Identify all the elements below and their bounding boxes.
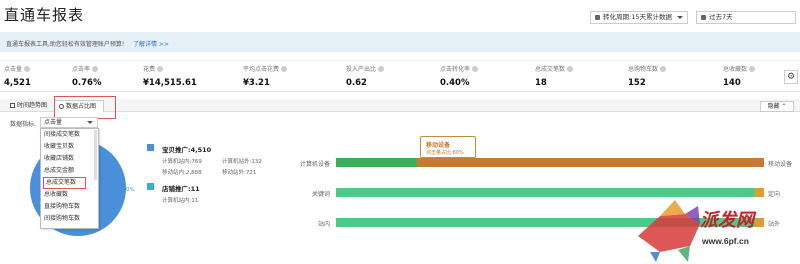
metric-value: 152 — [628, 78, 646, 88]
metric-label: 总购物车数 — [628, 66, 659, 73]
chart-tooltip: 移动设备 点击量占比:80% — [420, 136, 476, 158]
legend-detail: 移动站外:721 — [222, 170, 257, 176]
dropdown-option[interactable]: 直接购物车数 — [41, 201, 98, 213]
dimension-value: 点击量 — [44, 119, 63, 126]
dimension-dropdown: 间接成交笔数 收藏宝贝数 收藏店铺数 总成交金额 总成交笔数 总收藏数 直接购物… — [40, 128, 99, 229]
legend-title: 宝贝推广:4,510 — [162, 146, 212, 154]
tab-time-trend[interactable]: 时间趋势图 — [6, 100, 52, 112]
legend-detail: 计算机站内:11 — [162, 198, 199, 204]
legend-detail: 移动站内:2,888 — [162, 170, 202, 176]
notice-bar: 直通车报表工具,助您轻松有效管理账户预算! 了解详情 >> — [0, 32, 800, 52]
metric-label: 平均点击花费 — [243, 66, 280, 73]
metric-favorites[interactable]: 总收藏数 140 — [723, 64, 756, 88]
metric-label: 花费 — [143, 66, 156, 73]
dropdown-option[interactable]: 收藏宝贝数 — [41, 141, 98, 153]
metric-label: 点击转化率 — [440, 66, 471, 73]
metric-value: 0.62 — [346, 78, 367, 88]
help-icon — [92, 66, 99, 72]
metric-cost[interactable]: 花费 ¥14,515.61 — [143, 64, 197, 88]
bar-end-label: 移动设备 — [768, 161, 793, 168]
help-icon — [281, 66, 288, 72]
info-icon — [595, 15, 600, 20]
hide-label: 隐藏 — [767, 103, 780, 110]
pie-percent-label: 0% — [126, 187, 135, 193]
legend-detail: 计算机站外:132 — [222, 159, 262, 165]
help-icon — [157, 66, 164, 72]
tooltip-title: 移动设备 — [426, 142, 451, 149]
help-icon — [378, 66, 385, 72]
hide-button[interactable]: 隐藏 ⌃ — [760, 101, 794, 112]
help-icon — [749, 66, 756, 72]
calendar-icon — [701, 15, 706, 20]
annotation-box — [54, 96, 116, 119]
dimension-select[interactable]: 点击量 — [40, 117, 98, 128]
date-range-select[interactable]: 过去7天 — [696, 11, 796, 24]
metric-value: 4,521 — [4, 78, 31, 88]
dropdown-scrollbar[interactable] — [94, 130, 97, 180]
metric-label: 投入产出比 — [346, 66, 377, 73]
tab-label: 时间趋势图 — [17, 102, 48, 109]
metric-value: 0.76% — [72, 78, 102, 88]
dropdown-option[interactable]: 间接成交笔数 — [41, 129, 98, 141]
legend-title: 店铺推广:11 — [162, 185, 200, 193]
metric-clicks[interactable]: 点击量 4,521 — [4, 64, 31, 88]
metric-value: 0.40% — [440, 78, 470, 88]
bar-category-label: 站内 — [317, 221, 330, 228]
learn-more-link[interactable]: 了解详情 >> — [133, 39, 169, 48]
help-icon — [24, 66, 31, 72]
metric-label: 总成交笔数 — [535, 66, 566, 73]
dropdown-option[interactable]: 总收藏数 — [41, 189, 98, 201]
metric-value: 140 — [723, 78, 741, 88]
metric-value: ¥14,515.61 — [143, 78, 197, 88]
help-icon — [660, 66, 667, 72]
metric-label: 点击量 — [4, 66, 23, 73]
metric-roi[interactable]: 投入产出比 0.62 — [346, 64, 385, 88]
dimension-label: 数据指标: — [10, 121, 37, 128]
metric-ctr[interactable]: 点击率 0.76% — [72, 64, 102, 88]
gear-icon[interactable]: ⚙ — [784, 70, 798, 84]
bar-segment[interactable] — [417, 158, 764, 167]
metrics-row: 点击量 4,521 点击率 0.76% 花费 ¥14,515.61 平均点击花费… — [0, 60, 800, 92]
range-value: 过去7天 — [709, 13, 733, 21]
line-chart-icon — [10, 103, 15, 108]
metric-label: 总收藏数 — [723, 66, 748, 73]
watermark-url: www.6pf.cn — [702, 236, 749, 246]
metric-label: 点击率 — [72, 66, 91, 73]
metric-orders[interactable]: 总成交笔数 18 — [535, 64, 574, 88]
legend-swatch — [147, 183, 154, 190]
period-value: 转化周期:15天累计数据 — [603, 13, 672, 21]
header: 直通车报表 转化周期:15天累计数据 过去7天 — [0, 0, 800, 32]
notice-text: 直通车报表工具,助您轻松有效管理账户预算! — [6, 41, 125, 48]
chart-tabbar — [0, 99, 800, 112]
dropdown-option[interactable]: 总成交金额 — [41, 165, 98, 177]
bar-category-label: 计算机设备 — [299, 161, 330, 168]
dropdown-option[interactable]: 收藏店铺数 — [41, 153, 98, 165]
page-title: 直通车报表 — [4, 6, 85, 24]
chevron-down-icon — [87, 121, 93, 124]
tooltip-detail: 点击量占比:80% — [426, 150, 464, 156]
metric-carts[interactable]: 总购物车数 152 — [628, 64, 667, 88]
bar-segment[interactable] — [336, 158, 418, 167]
metric-value: ¥3.21 — [243, 78, 270, 88]
metric-cvr[interactable]: 点击转化率 0.40% — [440, 64, 479, 88]
bar-category-label: 关键词 — [311, 191, 330, 198]
conversion-period-select[interactable]: 转化周期:15天累计数据 — [590, 11, 688, 24]
legend-swatch — [147, 144, 154, 151]
help-icon — [567, 66, 574, 72]
watermark-brand: 派发网 — [700, 210, 754, 231]
metric-avg-cpc[interactable]: 平均点击花费 ¥3.21 — [243, 64, 288, 88]
chevron-down-icon — [677, 16, 683, 19]
metric-value: 18 — [535, 78, 547, 88]
help-icon — [472, 66, 479, 72]
dropdown-option[interactable]: 间接购物车数 — [41, 213, 98, 225]
legend-detail: 计算机站内:769 — [162, 159, 202, 165]
dropdown-option-highlighted[interactable]: 总成交笔数 — [43, 177, 86, 189]
